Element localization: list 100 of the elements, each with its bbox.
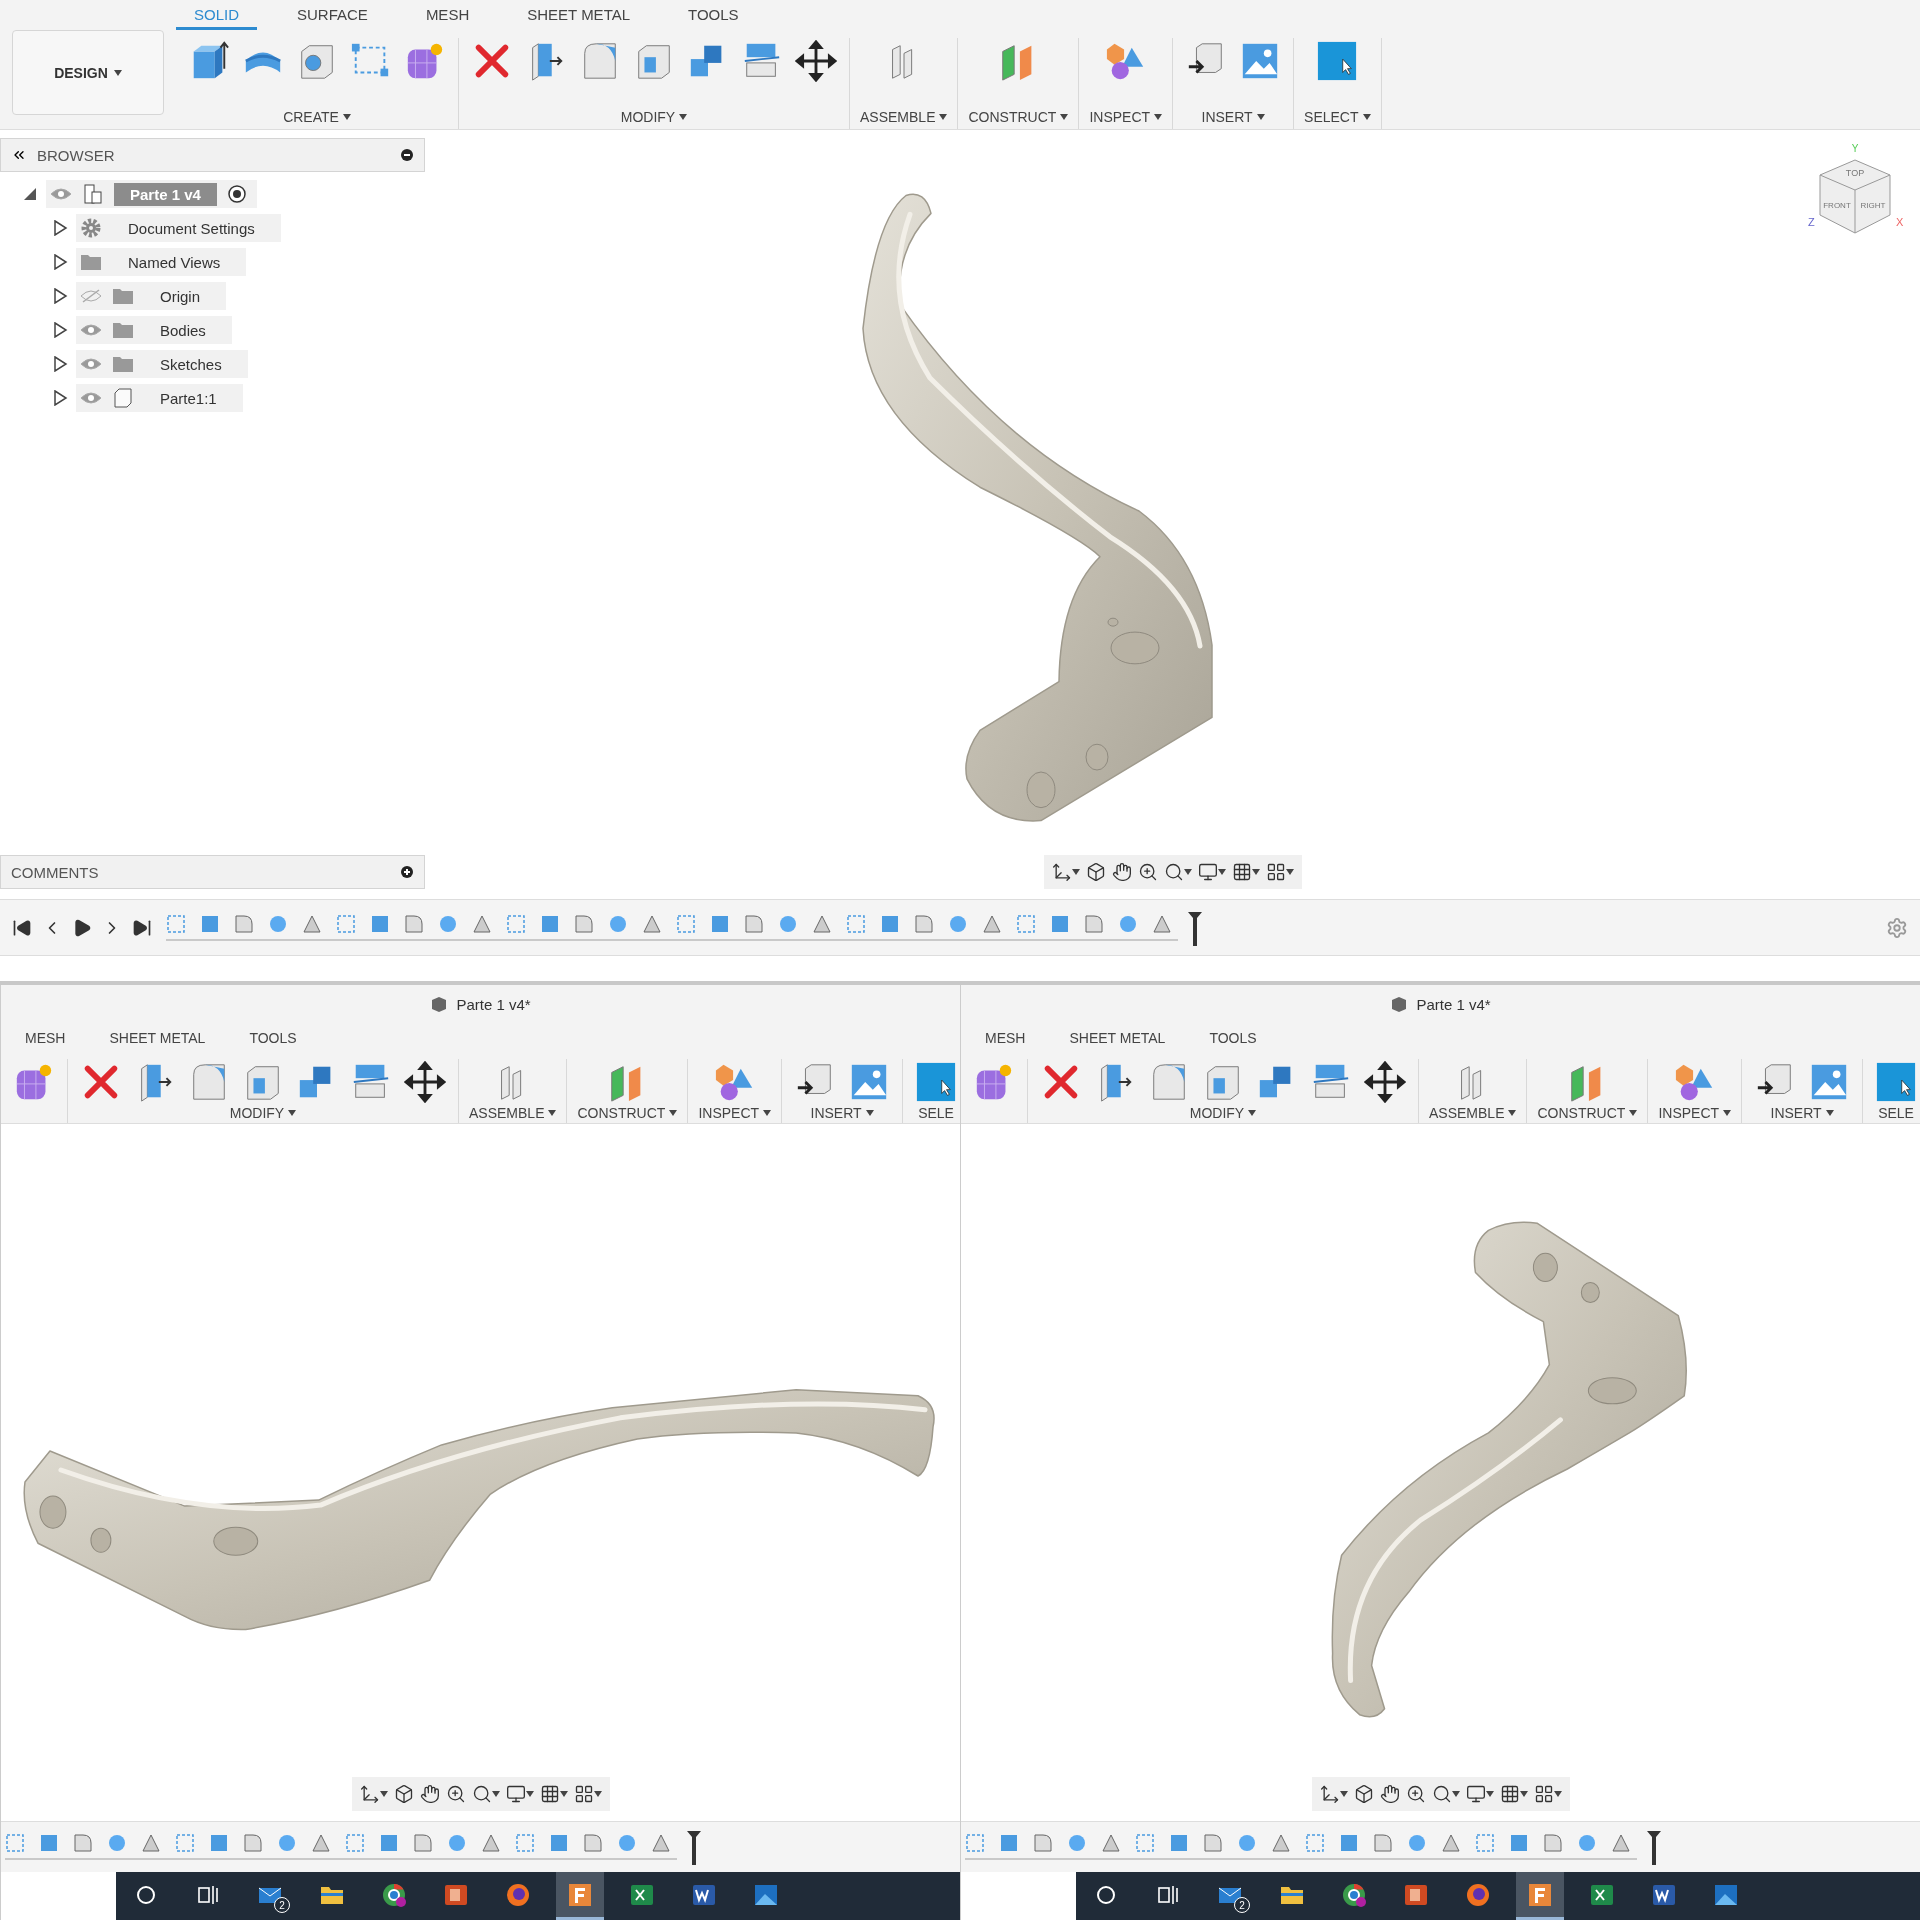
grid-icon (1499, 1784, 1520, 1804)
move-button[interactable] (1362, 1059, 1408, 1105)
eye-icon[interactable] (80, 357, 102, 371)
viewports-icon (1265, 862, 1286, 882)
collapsed-arrow-icon[interactable] (52, 254, 68, 270)
cad-app-icon (567, 1881, 593, 1908)
axis-label: X (1896, 216, 1904, 228)
caret-icon (1285, 869, 1294, 875)
look-at-icon (1085, 862, 1106, 882)
group-menu-button[interactable]: MODIFY (620, 109, 688, 125)
ribbon-tab[interactable]: MESH (7, 1030, 84, 1053)
plus-icon[interactable] (400, 865, 414, 879)
look-at-icon (393, 1784, 414, 1804)
view-cube-drawing[interactable]: TOP FRONT RIGHT (1819, 159, 1891, 234)
cube-face-label: TOP (1845, 168, 1865, 178)
collapsed-arrow-icon[interactable] (52, 288, 68, 304)
body-icon (112, 387, 134, 409)
folder-icon (112, 355, 134, 373)
tree-item[interactable]: Document Settings (76, 214, 281, 242)
component-icon (82, 183, 104, 205)
move-button[interactable] (402, 1059, 448, 1105)
pan-icon (419, 1784, 440, 1804)
caret-icon (1217, 869, 1226, 875)
eye-icon[interactable] (50, 187, 72, 201)
tree-item[interactable]: Bodies (76, 316, 232, 344)
eye-icon[interactable] (80, 391, 102, 405)
ribbon-tab[interactable]: MESH (407, 6, 488, 30)
ribbon-tab[interactable]: SURFACE (279, 6, 386, 30)
caret-icon (669, 1110, 678, 1116)
tree-item-label: Named Views (127, 252, 222, 273)
caret-icon (593, 1791, 602, 1797)
display-icon (1197, 862, 1218, 882)
taskbar-app-button[interactable]: 2 (246, 1872, 294, 1920)
group-menu-button[interactable]: SELECT (1304, 109, 1371, 125)
timeline-marker-icon[interactable] (1188, 911, 1202, 946)
caret-icon (342, 114, 351, 120)
ribbon-tab[interactable]: TOOLS (231, 1030, 315, 1053)
group-menu-button[interactable]: INSPECT (698, 1105, 772, 1121)
ribbon-tab[interactable]: TOOLS (1191, 1030, 1275, 1053)
caret-icon (548, 1110, 557, 1116)
grid-icon (539, 1784, 560, 1804)
tree-item[interactable]: Named Views (76, 248, 247, 276)
tree-item[interactable]: Origin (76, 282, 226, 310)
tree-item-label: Document Settings (127, 218, 256, 239)
group-menu-button[interactable]: CREATE (283, 109, 351, 125)
zoom-icon (445, 1784, 466, 1804)
group-menu-button[interactable]: INSERT (810, 1105, 874, 1121)
group-menu-button[interactable]: MODIFY (1189, 1105, 1257, 1121)
group-menu-button[interactable]: CONSTRUCT (968, 109, 1069, 125)
radio-icon[interactable] (226, 184, 247, 204)
ribbon-tab[interactable]: SHEET METAL (509, 6, 649, 30)
collapsed-arrow-icon[interactable] (52, 322, 68, 338)
zoom-icon (1137, 862, 1158, 882)
orbit-icon (359, 1784, 380, 1804)
move-icon (404, 1061, 446, 1103)
collapsed-arrow-icon[interactable] (52, 220, 68, 236)
group-menu-button[interactable]: INSERT (1201, 109, 1265, 125)
collapsed-arrow-icon[interactable] (52, 390, 68, 406)
globe-app-icon (505, 1881, 531, 1908)
collapsed-arrow-icon[interactable] (52, 356, 68, 372)
design-menu-button[interactable]: DESIGN (12, 30, 164, 115)
timeline-marker-icon[interactable] (1647, 1831, 1661, 1865)
expanded-arrow-icon[interactable] (22, 186, 38, 202)
caret-icon (491, 1791, 500, 1797)
group-menu-button[interactable]: INSPECT (1089, 109, 1163, 125)
caret-icon (525, 1791, 534, 1797)
group-menu-button[interactable]: INSPECT (1658, 1105, 1732, 1121)
group-menu-button[interactable]: ASSEMBLE (860, 109, 948, 125)
ribbon-tab[interactable]: SHEET METAL (91, 1030, 224, 1053)
ribbon-tab[interactable]: MESH (967, 1030, 1044, 1053)
caret-icon (1248, 1110, 1257, 1116)
settings-button[interactable] (1886, 916, 1908, 939)
taskbar-app-button[interactable] (556, 1872, 604, 1920)
round-app-icon (1341, 1881, 1367, 1908)
group-menu-button[interactable]: ASSEMBLE (469, 1105, 557, 1121)
caret-icon (1508, 1110, 1517, 1116)
group-menu-button[interactable]: CONSTRUCT (1537, 1105, 1638, 1121)
caret-icon (1723, 1110, 1732, 1116)
minus-icon[interactable] (400, 148, 414, 162)
pan-icon (1111, 862, 1132, 882)
display-icon (505, 1784, 526, 1804)
group-menu-button[interactable]: SELE (918, 1105, 954, 1121)
caret-icon (1339, 1791, 1348, 1797)
group-menu-button[interactable]: ASSEMBLE (1429, 1105, 1517, 1121)
play-button[interactable] (72, 917, 92, 938)
eye-icon[interactable] (80, 323, 102, 337)
tree-item-label: Parte1:1 (159, 388, 218, 409)
group-menu-button[interactable]: CONSTRUCT (577, 1105, 678, 1121)
caret-icon (1519, 1791, 1528, 1797)
ribbon-tab[interactable]: TOOLS (670, 6, 757, 30)
tree-item[interactable]: Parte1:1 (76, 384, 243, 412)
timeline-marker-icon[interactable] (687, 1831, 701, 1865)
ribbon-tab[interactable]: SHEET METAL (1051, 1030, 1184, 1053)
tree-item[interactable]: Sketches (76, 350, 248, 378)
group-menu-button[interactable]: MODIFY (229, 1105, 297, 1121)
group-menu-button[interactable]: SELE (1878, 1105, 1914, 1121)
group-menu-button[interactable]: INSERT (1770, 1105, 1834, 1121)
taskbar-app-button[interactable] (1516, 1872, 1564, 1920)
taskbar-app-button[interactable]: 2 (1206, 1872, 1254, 1920)
move-button[interactable] (793, 38, 839, 84)
